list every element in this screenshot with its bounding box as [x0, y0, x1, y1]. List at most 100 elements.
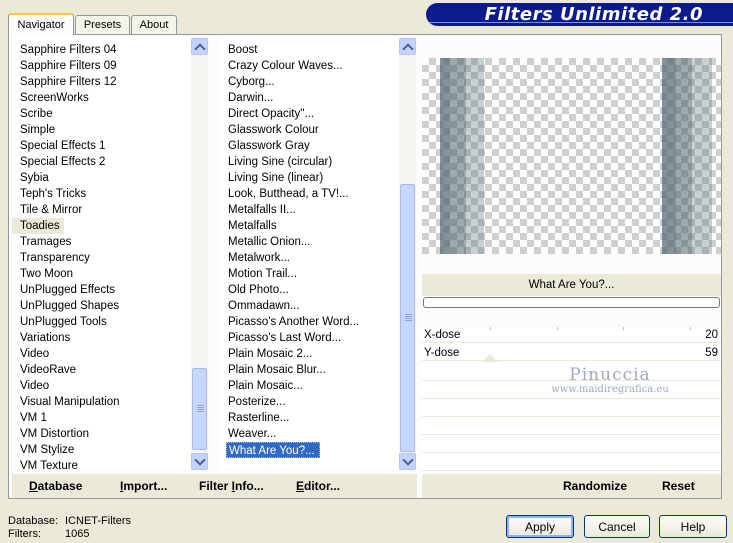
list-item[interactable]: Variations [12, 330, 192, 346]
status-area: Database: ICNET-Filters Filters: 1065 [8, 515, 131, 541]
watermark-url: www.maidiregrafica.eu [551, 384, 669, 395]
list-item[interactable]: Rasterline... [220, 410, 400, 426]
list-item[interactable]: Tramages [12, 234, 192, 250]
list-item[interactable]: Toadies [12, 218, 64, 234]
filter-scrollbar[interactable] [399, 38, 416, 470]
list-item[interactable]: Sapphire Filters 04 [12, 42, 192, 58]
list-item[interactable]: Cyborg... [220, 74, 400, 90]
list-item[interactable]: Posterize... [220, 394, 400, 410]
tab-presets[interactable]: Presets [75, 15, 130, 34]
status-filters-value: 1065 [65, 528, 90, 540]
list-item[interactable]: Look, Butthead, a TV!... [220, 186, 400, 202]
category-list[interactable]: Sapphire Filters 04 Sapphire Filters 09 Sa… [12, 38, 208, 470]
list-item[interactable]: Weaver... [220, 426, 400, 442]
tab-about[interactable]: About [131, 15, 177, 34]
apply-button[interactable]: Apply [506, 515, 574, 538]
list-item[interactable]: VM Texture [12, 458, 192, 470]
list-item[interactable]: VM 1 [12, 410, 192, 426]
list-item[interactable]: Darwin... [220, 90, 400, 106]
app-title: Filters Unlimited 2.0 [484, 4, 703, 25]
param-row-empty [422, 437, 721, 453]
grip-icon [197, 405, 204, 412]
param-toolbar: Randomize Reset [422, 474, 721, 498]
status-filters-label: Filters: [8, 528, 41, 540]
list-item[interactable]: Sapphire Filters 12 [12, 74, 192, 90]
watermark: Pinuccia www.maidiregrafica.eu [545, 365, 675, 395]
button-label: Filter [199, 479, 232, 493]
list-item[interactable]: Picasso's Another Word... [220, 314, 400, 330]
param-value[interactable]: 59 [705, 347, 718, 359]
param-row-empty [422, 455, 721, 471]
progress-bar [423, 297, 720, 308]
database-button[interactable]: Database [29, 479, 82, 493]
filter-scroll-up-button[interactable] [399, 38, 416, 55]
list-item[interactable]: What Are You?... [226, 442, 320, 458]
filter-list[interactable]: Boost Crazy Colour Waves... Cyborg... Darwi… [220, 38, 416, 470]
list-item[interactable]: Metalwork... [220, 250, 400, 266]
list-item[interactable]: UnPlugged Tools [12, 314, 192, 330]
cancel-button[interactable]: Cancel [584, 515, 650, 538]
filter-scroll-down-button[interactable] [399, 453, 416, 470]
list-item[interactable]: Video [12, 378, 192, 394]
current-filter-name: What Are You?... [422, 274, 721, 296]
category-list-items: Sapphire Filters 04 Sapphire Filters 09 Sa… [12, 42, 192, 470]
accel-key: D [29, 479, 38, 493]
list-item[interactable]: Direct Opacity''... [220, 106, 400, 122]
list-item[interactable]: Plain Mosaic Blur... [220, 362, 400, 378]
list-item[interactable]: Two Moon [12, 266, 192, 282]
reset-button[interactable]: Reset [662, 479, 695, 493]
list-item[interactable]: VideoRave [12, 362, 192, 378]
param-value[interactable]: 20 [705, 329, 718, 341]
list-item[interactable]: Metalfalls II... [220, 202, 400, 218]
list-item[interactable]: Living Sine (circular) [220, 154, 400, 170]
category-scroll-thumb[interactable] [192, 368, 207, 450]
list-item[interactable]: Glasswork Gray [220, 138, 400, 154]
category-scroll-up-button[interactable] [191, 38, 208, 55]
filter-info-button[interactable]: Filter Info... [199, 479, 264, 493]
list-item[interactable]: Metalfalls [220, 218, 400, 234]
list-item[interactable]: Metallic Onion... [220, 234, 400, 250]
category-scrollbar[interactable] [191, 38, 208, 470]
list-item[interactable]: Motion Trail... [220, 266, 400, 282]
list-item[interactable]: Old Photo... [220, 282, 400, 298]
list-item[interactable]: Sybia [12, 170, 192, 186]
filter-scroll-thumb[interactable] [400, 184, 415, 452]
list-item[interactable]: Special Effects 2 [12, 154, 192, 170]
list-item[interactable]: Simple [12, 122, 192, 138]
import-button[interactable]: Import... [120, 479, 167, 493]
list-item[interactable]: Special Effects 1 [12, 138, 192, 154]
status-database-label: Database: [8, 515, 59, 527]
preview-stripe [692, 58, 712, 254]
editor-button[interactable]: Editor... [296, 479, 340, 493]
preview-stripe [676, 58, 692, 254]
list-item[interactable]: Picasso's Last Word... [220, 330, 400, 346]
list-item[interactable]: Sapphire Filters 09 [12, 58, 192, 74]
list-item[interactable]: Crazy Colour Waves... [220, 58, 400, 74]
status-database-value: ICNET-Filters [65, 515, 131, 527]
list-item[interactable]: Scribe [12, 106, 192, 122]
list-item[interactable]: Teph's Tricks [12, 186, 192, 202]
param-row-y-dose[interactable]: Y-dose 59 [422, 345, 721, 361]
tab-navigator[interactable]: Navigator [8, 13, 74, 35]
list-item[interactable]: Tile & Mirror [12, 202, 192, 218]
list-item[interactable]: Ommadawn... [220, 298, 400, 314]
randomize-button[interactable]: Randomize [563, 479, 627, 493]
list-item[interactable]: VM Stylize [12, 442, 192, 458]
list-item[interactable]: Visual Manipulation [12, 394, 192, 410]
category-scroll-down-button[interactable] [191, 453, 208, 470]
list-item[interactable]: UnPlugged Shapes [12, 298, 192, 314]
list-item[interactable]: VM Distortion [12, 426, 192, 442]
preview-stripe [440, 58, 450, 254]
list-item[interactable]: Living Sine (linear) [220, 170, 400, 186]
list-item[interactable]: Boost [220, 42, 400, 58]
list-item[interactable]: Glasswork Colour [220, 122, 400, 138]
list-item[interactable]: UnPlugged Effects [12, 282, 192, 298]
list-item[interactable]: Video [12, 346, 192, 362]
help-button[interactable]: Help [659, 515, 727, 538]
list-item[interactable]: Plain Mosaic 2... [220, 346, 400, 362]
list-item[interactable]: ScreenWorks [12, 90, 192, 106]
list-item[interactable]: Plain Mosaic... [220, 378, 400, 394]
preview-stripe [450, 58, 466, 254]
param-row-x-dose[interactable]: X-dose 20 [422, 327, 721, 343]
list-item[interactable]: Transparency [12, 250, 192, 266]
